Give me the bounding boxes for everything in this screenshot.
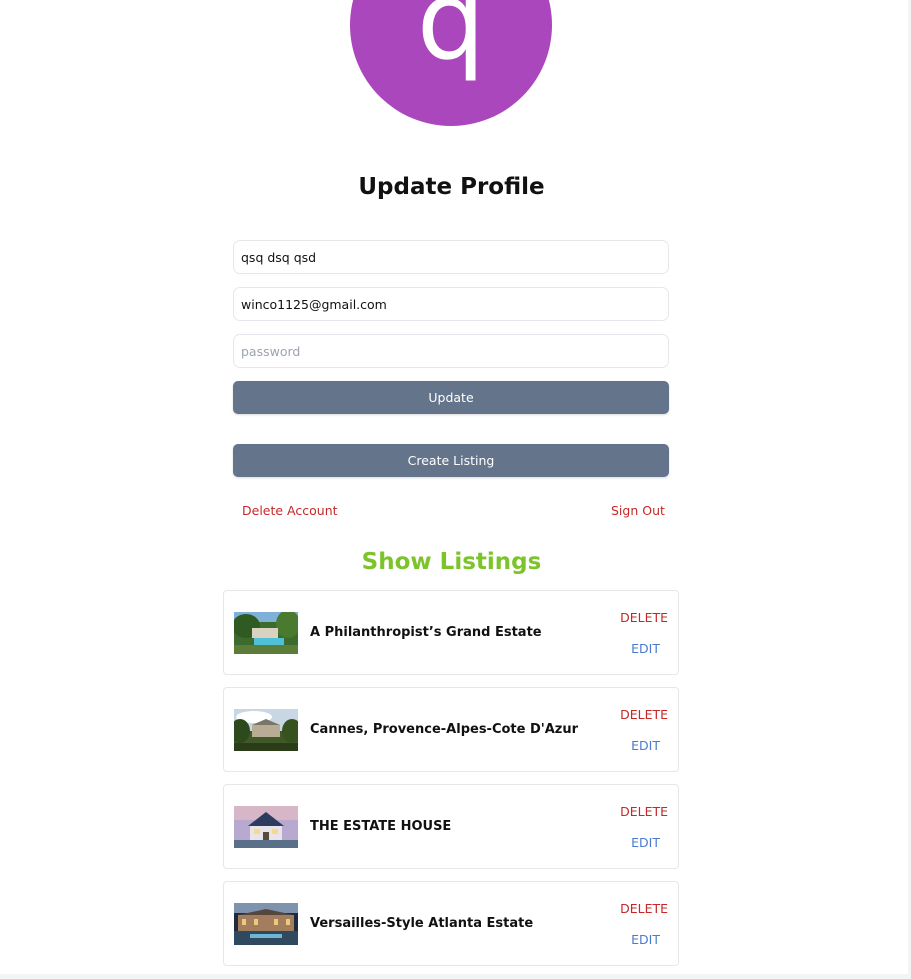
listing-edit-button[interactable]: EDIT	[631, 641, 660, 656]
listing-title[interactable]: A Philanthropist’s Grand Estate	[310, 625, 542, 640]
sign-out-link[interactable]: Sign Out	[611, 503, 665, 518]
listing-title[interactable]: Versailles-Style Atlanta Estate	[310, 916, 533, 931]
listing-card: Versailles-Style Atlanta Estate DELETE E…	[223, 881, 679, 966]
password-input[interactable]	[233, 334, 669, 368]
username-input[interactable]	[233, 240, 669, 274]
listing-delete-button[interactable]: DELETE	[620, 901, 668, 916]
page-title: Update Profile	[358, 174, 545, 200]
listing-thumbnail[interactable]	[234, 806, 298, 848]
listing-thumbnail[interactable]	[234, 709, 298, 751]
listing-delete-button[interactable]: DELETE	[620, 804, 668, 819]
page-bottom-gutter	[0, 974, 911, 979]
create-listing-button[interactable]: Create Listing	[233, 444, 669, 477]
delete-account-link[interactable]: Delete Account	[242, 503, 338, 518]
show-listings-heading[interactable]: Show Listings	[0, 549, 903, 575]
listing-card: THE ESTATE HOUSE DELETE EDIT	[223, 784, 679, 869]
listing-thumbnail[interactable]	[234, 612, 298, 654]
update-button[interactable]: Update	[233, 381, 669, 414]
email-input[interactable]	[233, 287, 669, 321]
listing-title[interactable]: Cannes, Provence-Alpes-Cote D'Azur	[310, 722, 578, 737]
listing-edit-button[interactable]: EDIT	[631, 835, 660, 850]
listing-edit-button[interactable]: EDIT	[631, 738, 660, 753]
listing-edit-button[interactable]: EDIT	[631, 932, 660, 947]
listing-delete-button[interactable]: DELETE	[620, 707, 668, 722]
listing-thumbnail[interactable]	[234, 903, 298, 945]
avatar-letter: q	[416, 0, 486, 84]
profile-avatar[interactable]: q	[350, 0, 552, 126]
listing-card: A Philanthropist’s Grand Estate DELETE E…	[223, 590, 679, 675]
listing-card: Cannes, Provence-Alpes-Cote D'Azur DELET…	[223, 687, 679, 772]
listing-delete-button[interactable]: DELETE	[620, 610, 668, 625]
listing-title[interactable]: THE ESTATE HOUSE	[310, 819, 451, 834]
